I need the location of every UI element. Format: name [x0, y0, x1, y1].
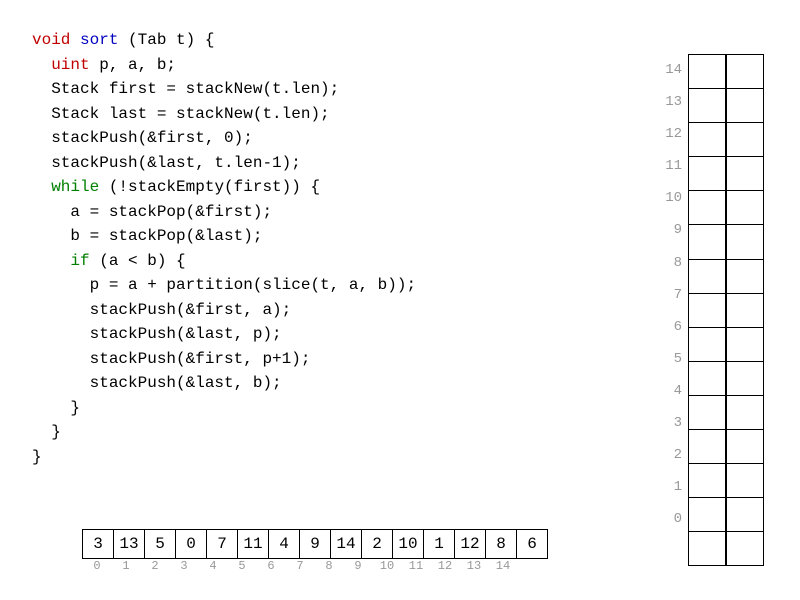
stack-index: 10: [658, 182, 682, 215]
stack-cell: [726, 531, 764, 566]
array-index: 4: [198, 559, 228, 573]
stack-index: 14: [658, 54, 682, 87]
stack-cell: [688, 327, 726, 362]
stack-cell: [726, 327, 764, 362]
stack-cell: [726, 88, 764, 123]
stack-cell: [688, 463, 726, 498]
array-index: 0: [82, 559, 112, 573]
stack-index: 12: [658, 118, 682, 151]
stack-cell: [726, 293, 764, 328]
stack-indices: 14131211109876543210: [658, 54, 682, 566]
array-index: 5: [227, 559, 257, 573]
array-cell: 2: [361, 529, 393, 559]
stack-cell: [688, 122, 726, 157]
array-index: 2: [140, 559, 170, 573]
stack-cell: [726, 156, 764, 191]
stack-cell: [688, 395, 726, 430]
array-index: 3: [169, 559, 199, 573]
stack-cell: [726, 463, 764, 498]
array-cell: 12: [454, 529, 486, 559]
array-cell: 8: [485, 529, 517, 559]
stack-cell: [688, 497, 726, 532]
stack-index: 1: [658, 471, 682, 504]
stack-index: 4: [658, 375, 682, 408]
stack-cell: [726, 259, 764, 294]
stack-index: 11: [658, 150, 682, 183]
stack-index: 6: [658, 311, 682, 344]
array-cell: 0: [175, 529, 207, 559]
stack-cell: [726, 54, 764, 89]
stack-cell: [688, 88, 726, 123]
stack-cell: [726, 395, 764, 430]
stack-cell: [726, 122, 764, 157]
stack-last: [726, 54, 764, 566]
stack-cell: [726, 190, 764, 225]
array-index: 12: [430, 559, 460, 573]
stack-index: 5: [658, 343, 682, 376]
array-cell: 7: [206, 529, 238, 559]
array-cell: 14: [330, 529, 362, 559]
code-listing: void sort (Tab t) { uint p, a, b; Stack …: [32, 28, 416, 469]
array-index: 14: [488, 559, 518, 573]
stack-cell: [688, 293, 726, 328]
stack-cell: [688, 429, 726, 464]
stack-index: 9: [658, 214, 682, 247]
input-array-values: 31350711491421011286: [82, 529, 548, 559]
stack-display: 14131211109876543210: [658, 54, 764, 566]
stack-cell: [688, 54, 726, 89]
stack-index: 8: [658, 247, 682, 280]
stack-index: 3: [658, 407, 682, 440]
array-cell: 3: [82, 529, 114, 559]
stack-cell: [688, 224, 726, 259]
stack-cell: [726, 361, 764, 396]
stack-index: 13: [658, 86, 682, 119]
array-cell: 13: [113, 529, 145, 559]
stack-cell: [688, 361, 726, 396]
array-cell: 11: [237, 529, 269, 559]
array-index: 6: [256, 559, 286, 573]
stack-cell: [726, 497, 764, 532]
stack-cell: [688, 190, 726, 225]
array-index: 9: [343, 559, 373, 573]
array-index: 11: [401, 559, 431, 573]
array-cell: 4: [268, 529, 300, 559]
input-array: 31350711491421011286 0123456789101112131…: [82, 529, 548, 573]
stack-cell: [688, 156, 726, 191]
input-array-indices: 01234567891011121314: [82, 559, 548, 573]
array-cell: 9: [299, 529, 331, 559]
array-index: 8: [314, 559, 344, 573]
array-index: 7: [285, 559, 315, 573]
stack-cell: [688, 531, 726, 566]
stack-index: 0: [658, 503, 682, 536]
stack-cell: [688, 259, 726, 294]
stack-index: 7: [658, 279, 682, 312]
stack-first: [688, 54, 726, 566]
array-cell: 5: [144, 529, 176, 559]
array-cell: 10: [392, 529, 424, 559]
array-cell: 6: [516, 529, 548, 559]
array-index: 13: [459, 559, 489, 573]
array-cell: 1: [423, 529, 455, 559]
array-index: 10: [372, 559, 402, 573]
stack-cell: [726, 224, 764, 259]
stack-index: 2: [658, 439, 682, 472]
array-index: 1: [111, 559, 141, 573]
stack-cell: [726, 429, 764, 464]
